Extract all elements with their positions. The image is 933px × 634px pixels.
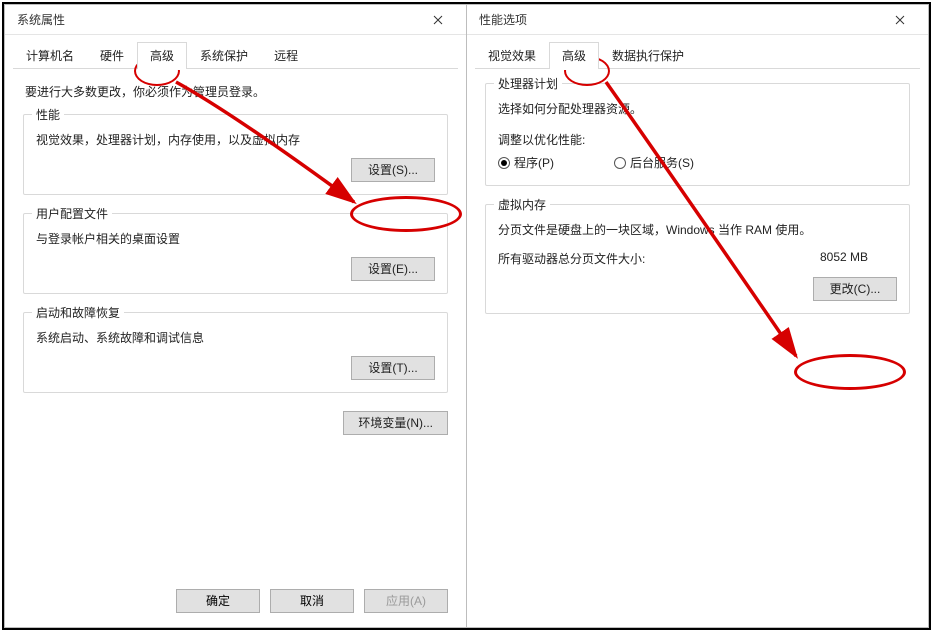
- tab-remote[interactable]: 远程: [261, 42, 311, 69]
- group-title: 处理器计划: [494, 75, 562, 92]
- radio-background-services[interactable]: 后台服务(S): [614, 154, 694, 171]
- radio-icon: [498, 157, 510, 169]
- dialog-title: 性能选项: [479, 11, 527, 28]
- titlebar: 性能选项: [467, 5, 928, 35]
- vmem-desc: 分页文件是硬盘上的一块区域，Windows 当作 RAM 使用。: [498, 221, 897, 238]
- dialog-title: 系统属性: [17, 11, 65, 28]
- total-paging-label: 所有驱动器总分页文件大小:: [498, 250, 645, 267]
- group-title: 启动和故障恢复: [32, 304, 124, 321]
- optimize-label: 调整以优化性能:: [498, 131, 897, 148]
- radio-label: 后台服务(S): [630, 154, 694, 171]
- tabs: 计算机名 硬件 高级 系统保护 远程: [5, 35, 466, 69]
- performance-settings-button[interactable]: 设置(S)...: [351, 158, 435, 182]
- titlebar: 系统属性: [5, 5, 466, 35]
- performance-desc: 视觉效果，处理器计划，内存使用，以及虚拟内存: [36, 131, 435, 148]
- processor-scheduling-group: 处理器计划 选择如何分配处理器资源。 调整以优化性能: 程序(P) 后台服务(S…: [485, 83, 910, 186]
- startup-settings-button[interactable]: 设置(T)...: [351, 356, 435, 380]
- tab-system-protection[interactable]: 系统保护: [187, 42, 261, 69]
- profiles-desc: 与登录帐户相关的桌面设置: [36, 230, 435, 247]
- user-profiles-group: 用户配置文件 与登录帐户相关的桌面设置 设置(E)...: [23, 213, 448, 294]
- system-properties-dialog: 系统属性 计算机名 硬件 高级 系统保护 远程 要进行大多数更改，你必须作为管理…: [4, 4, 467, 628]
- cancel-button[interactable]: 取消: [270, 589, 354, 613]
- startup-recovery-group: 启动和故障恢复 系统启动、系统故障和调试信息 设置(T)...: [23, 312, 448, 393]
- radio-programs[interactable]: 程序(P): [498, 154, 554, 171]
- total-paging-value: 8052 MB: [820, 250, 868, 267]
- tabs: 视觉效果 高级 数据执行保护: [467, 35, 928, 69]
- tab-advanced[interactable]: 高级: [549, 42, 599, 69]
- tab-computer-name[interactable]: 计算机名: [13, 42, 87, 69]
- close-icon: [433, 15, 443, 25]
- group-title: 性能: [32, 106, 64, 123]
- radio-icon: [614, 157, 626, 169]
- virtual-memory-group: 虚拟内存 分页文件是硬盘上的一块区域，Windows 当作 RAM 使用。 所有…: [485, 204, 910, 314]
- proc-desc: 选择如何分配处理器资源。: [498, 100, 897, 117]
- tab-visual-effects[interactable]: 视觉效果: [475, 42, 549, 69]
- radio-label: 程序(P): [514, 154, 554, 171]
- performance-group: 性能 视觉效果，处理器计划，内存使用，以及虚拟内存 设置(S)...: [23, 114, 448, 195]
- performance-options-dialog: 性能选项 视觉效果 高级 数据执行保护 处理器计划 选择如何分配处理器资源。 调…: [467, 4, 929, 628]
- env-vars-button[interactable]: 环境变量(N)...: [343, 411, 448, 435]
- group-title: 虚拟内存: [494, 196, 550, 213]
- profiles-settings-button[interactable]: 设置(E)...: [351, 257, 435, 281]
- startup-desc: 系统启动、系统故障和调试信息: [36, 329, 435, 346]
- group-title: 用户配置文件: [32, 205, 112, 222]
- tab-advanced[interactable]: 高级: [137, 42, 187, 69]
- ok-button[interactable]: 确定: [176, 589, 260, 613]
- dialog-footer: 确定 取消 应用(A): [5, 579, 466, 627]
- apply-button[interactable]: 应用(A): [364, 589, 448, 613]
- tab-dep[interactable]: 数据执行保护: [599, 42, 697, 69]
- close-icon: [895, 15, 905, 25]
- change-button[interactable]: 更改(C)...: [813, 277, 897, 301]
- tab-hardware[interactable]: 硬件: [87, 42, 137, 69]
- close-button[interactable]: [418, 6, 458, 34]
- close-button[interactable]: [880, 6, 920, 34]
- admin-note: 要进行大多数更改，你必须作为管理员登录。: [25, 83, 448, 100]
